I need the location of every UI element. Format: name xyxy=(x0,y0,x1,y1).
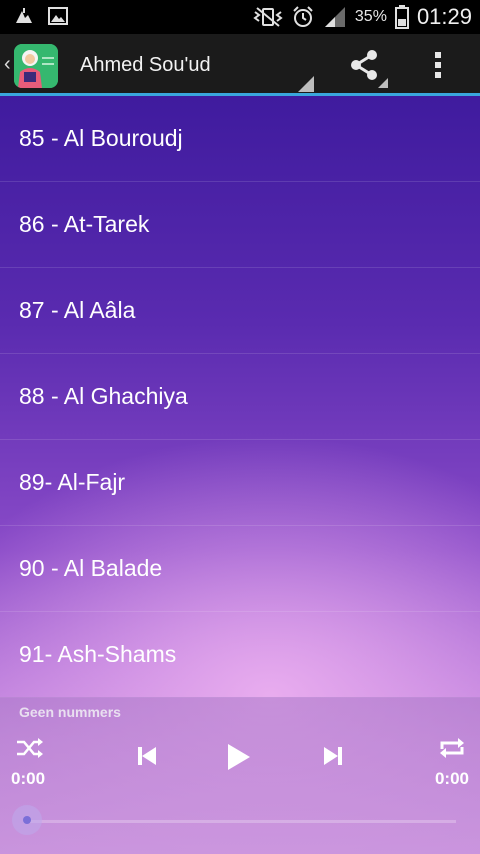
list-item-label: 86 - At-Tarek xyxy=(19,211,150,237)
next-icon[interactable] xyxy=(322,745,344,767)
list-item-label: 90 - Al Balade xyxy=(19,555,163,581)
app-logo-icon[interactable] xyxy=(14,44,58,88)
clock: 01:29 xyxy=(416,4,472,29)
seek-bar[interactable] xyxy=(24,820,456,823)
list-item-label: 91- Ash-Shams xyxy=(19,641,177,667)
alarm-icon xyxy=(291,5,315,29)
media-player: Geen nummers 0:00 0:00 xyxy=(0,697,480,854)
status-bar: 35% 01:29 xyxy=(0,0,480,34)
list-item[interactable]: 90 - Al Balade xyxy=(0,526,480,612)
vibrate-icon xyxy=(253,6,283,28)
share-dropdown-indicator-icon xyxy=(378,78,388,88)
list-item-label: 88 - Al Ghachiya xyxy=(19,383,188,409)
action-bar: ‹ Ahmed Sou'ud xyxy=(0,34,480,96)
list-item[interactable]: 89- Al-Fajr xyxy=(0,440,480,526)
repeat-icon[interactable] xyxy=(438,737,466,759)
share-icon[interactable] xyxy=(348,48,380,82)
previous-icon[interactable] xyxy=(136,745,158,767)
list-item[interactable]: 91- Ash-Shams xyxy=(0,612,480,698)
download-icon xyxy=(14,7,34,25)
shuffle-icon[interactable] xyxy=(16,737,44,759)
image-icon xyxy=(48,7,68,25)
list-item[interactable]: 87 - Al Aâla xyxy=(0,268,480,354)
app-title: Ahmed Sou'ud xyxy=(80,54,211,76)
player-status: Geen nummers xyxy=(19,704,121,720)
signal-icon xyxy=(323,6,347,28)
play-icon[interactable] xyxy=(226,743,252,771)
battery-percent: 35% xyxy=(354,8,387,25)
list-item-label: 87 - Al Aâla xyxy=(19,297,136,323)
list-item[interactable]: 85 - Al Bouroudj xyxy=(0,96,480,182)
battery-icon xyxy=(394,5,409,29)
track-list: 85 - Al Bouroudj 86 - At-Tarek 87 - Al A… xyxy=(0,96,480,698)
elapsed-time: 0:00 xyxy=(11,769,46,788)
list-item-label: 85 - Al Bouroudj xyxy=(19,125,183,151)
overflow-menu-icon[interactable] xyxy=(432,48,444,82)
seek-thumb[interactable] xyxy=(12,805,42,835)
list-item-label: 89- Al-Fajr xyxy=(19,469,126,495)
duration-time: 0:00 xyxy=(434,769,469,788)
list-item[interactable]: 86 - At-Tarek xyxy=(0,182,480,268)
back-chevron-icon[interactable]: ‹ xyxy=(4,53,11,76)
list-item[interactable]: 88 - Al Ghachiya xyxy=(0,354,480,440)
spinner-indicator-icon xyxy=(298,76,314,92)
